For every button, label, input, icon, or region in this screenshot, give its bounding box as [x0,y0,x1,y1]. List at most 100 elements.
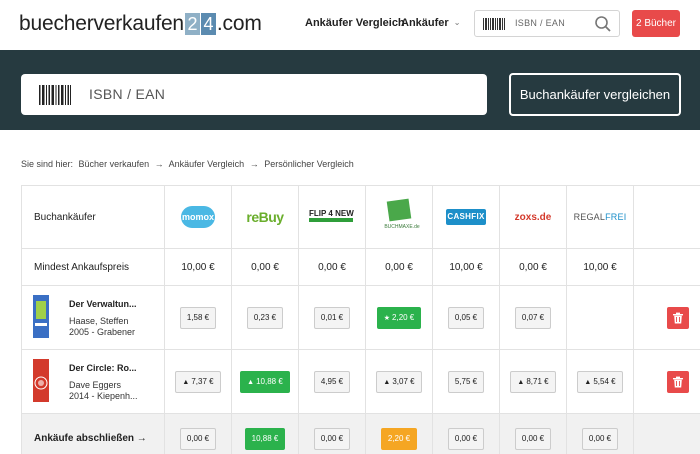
book-meta: 2005 - Grabener [69,327,136,337]
min-price-empty-cell [633,248,700,286]
price-cell: 0,05 € [432,285,500,350]
vendor-total-button[interactable]: 0,00 € [179,427,217,450]
nav-ankaeufer-vergleich[interactable]: Ankäufer Vergleich [305,17,405,29]
barcode-icon [39,85,71,105]
min-price-cell: 10,00 € [566,248,634,286]
vendor-total-button[interactable]: 0,00 € [581,427,619,450]
star-icon: ★ [383,314,391,322]
rebuy-logo: reBuy [246,209,284,225]
vendor-total-button[interactable]: 0,00 € [514,427,552,450]
hero-isbn-placeholder: ISBN / EAN [89,86,166,102]
vendor-total-button[interactable]: 2,20 € [380,427,418,450]
trash-icon [672,376,683,387]
vendor-momox[interactable]: momox [164,185,232,249]
best-price-offer-button[interactable]: ▲ 10,88 € [240,370,290,393]
price-offer-button[interactable]: ▲ 3,07 € [376,370,422,393]
nav-ankaeufer-dropdown[interactable]: Ankäufer ⌄ [401,17,460,29]
buchmaxe-logo: BUCHMAXE.de [382,198,420,232]
logo-text: buecherverkaufen [19,12,184,35]
min-price-cell: 0,00 € [231,248,299,286]
min-price-cell: 0,00 € [365,248,433,286]
regalfrei-logo: REGALFREI [574,212,627,222]
vendor-cashfix[interactable]: CASHFIX [432,185,500,249]
price-cell: ▲ 3,07 € [365,349,433,414]
book-meta: 2014 - Kiepenh... [69,391,138,401]
price-offer-button[interactable]: 0,05 € [447,306,485,329]
vendor-total-button[interactable]: 0,00 € [447,427,485,450]
cart-button[interactable]: 2 Bücher [632,10,680,37]
top-bar: buecherverkaufen 2 4 .com Ankäufer Vergl… [0,0,700,50]
price-cell: 0,23 € [231,285,299,350]
breadcrumb-current: Persönlicher Vergleich [264,159,354,169]
price-offer-button[interactable]: ▲ 5,54 € [577,370,623,393]
vendor-total-button[interactable]: 0,00 € [313,427,351,450]
triangle-up-icon: ▲ [383,378,391,386]
price-value: 8,71 € [526,376,549,386]
vendor-total-button[interactable]: 10,88 € [244,427,286,450]
header-search-input[interactable]: ISBN / EAN [474,10,620,37]
total-cell: 0,00 € [566,413,634,454]
book-info: Der Verwaltun... Haase, Steffen 2005 - G… [22,286,164,349]
flip4new-logo: FLIP 4 NEW [309,209,355,223]
flip4new-logo-text: FLIP 4 NEW [309,208,354,218]
min-price-cell: 10,00 € [432,248,500,286]
price-cell: ▲ 7,37 € [164,349,232,414]
price-value: 10,88 € [256,376,283,386]
comparison-table: Buchankäufer momox reBuy FLIP 4 NEW BUCH… [21,185,700,454]
min-price-cell: 0,00 € [499,248,567,286]
vendor-regalfrei[interactable]: REGALFREI [566,185,634,249]
price-offer-button[interactable]: 1,58 € [179,306,217,329]
price-offer-button[interactable]: 5,75 € [447,370,485,393]
search-icon[interactable] [594,15,612,33]
book-title[interactable]: Der Verwaltun... [69,299,137,309]
breadcrumb-link-ankaeufer-vergleich[interactable]: Ankäufer Vergleich [169,159,245,169]
price-cell: 5,75 € [432,349,500,414]
breadcrumb-prefix: Sie sind hier: [21,159,74,169]
triangle-up-icon: ▲ [517,378,525,386]
price-offer-button[interactable]: 0,07 € [514,306,552,329]
nav-ankaeufer-label: Ankäufer [401,17,449,29]
hero-search-bar: ISBN / EAN Buchankäufer vergleichen [0,50,700,130]
price-cell: ▲ 8,71 € [499,349,567,414]
delete-book-button[interactable] [666,306,689,329]
best-price-offer-button[interactable]: ★ 2,20 € [376,306,422,329]
book-row-2: Der Circle: Ro... Dave Eggers 2014 - Kie… [21,349,700,414]
buchankaeufer-label: Buchankäufer [21,185,165,249]
logo-digit-4: 4 [200,13,216,35]
barcode-icon [483,18,505,30]
trash-icon [672,312,683,323]
zoxs-logo: zoxs.de [514,211,552,223]
price-cell: ★ 2,20 € [365,285,433,350]
hero-isbn-input[interactable]: ISBN / EAN [21,74,487,115]
min-price-label: Mindest Ankaufspreis [21,248,165,286]
total-cell: 0,00 € [164,413,232,454]
logo-domain: .com [216,12,262,35]
checkout-link[interactable]: Ankäufe abschließen → [21,413,165,454]
book-row-1: Der Verwaltun... Haase, Steffen 2005 - G… [21,285,700,350]
book-title[interactable]: Der Circle: Ro... [69,363,137,373]
price-value: 5,54 € [593,376,616,386]
price-offer-button[interactable]: 4,95 € [313,370,351,393]
compare-buyers-button[interactable]: Buchankäufer vergleichen [509,73,681,116]
price-offer-button[interactable]: 0,01 € [313,306,351,329]
delete-book-button[interactable] [666,370,689,393]
price-value: 3,07 € [392,376,415,386]
breadcrumb-arrow: → [249,159,259,169]
book-author: Dave Eggers [69,380,122,390]
vendor-flip4new[interactable]: FLIP 4 NEW [298,185,366,249]
vendor-rebuy[interactable]: reBuy [231,185,299,249]
price-offer-button[interactable]: 0,23 € [246,306,284,329]
triangle-up-icon: ▲ [247,378,255,386]
site-logo[interactable]: buecherverkaufen 2 4 .com [19,12,262,36]
vendor-zoxs[interactable]: zoxs.de [499,185,567,249]
book-info: Der Circle: Ro... Dave Eggers 2014 - Kie… [22,350,164,413]
book-cover-image [33,295,49,338]
checkout-row: Ankäufe abschließen → 0,00 € 10,88 € 0,0… [21,413,700,454]
price-cell: 1,58 € [164,285,232,350]
price-offer-button[interactable]: ▲ 8,71 € [510,370,556,393]
breadcrumb-arrow: → [154,159,164,169]
price-offer-button[interactable]: ▲ 7,37 € [175,370,221,393]
breadcrumb-link-buecher-verkaufen[interactable]: Bücher verkaufen [79,159,150,169]
vendor-buchmaxe[interactable]: BUCHMAXE.de [365,185,433,249]
delete-cell [633,349,700,414]
